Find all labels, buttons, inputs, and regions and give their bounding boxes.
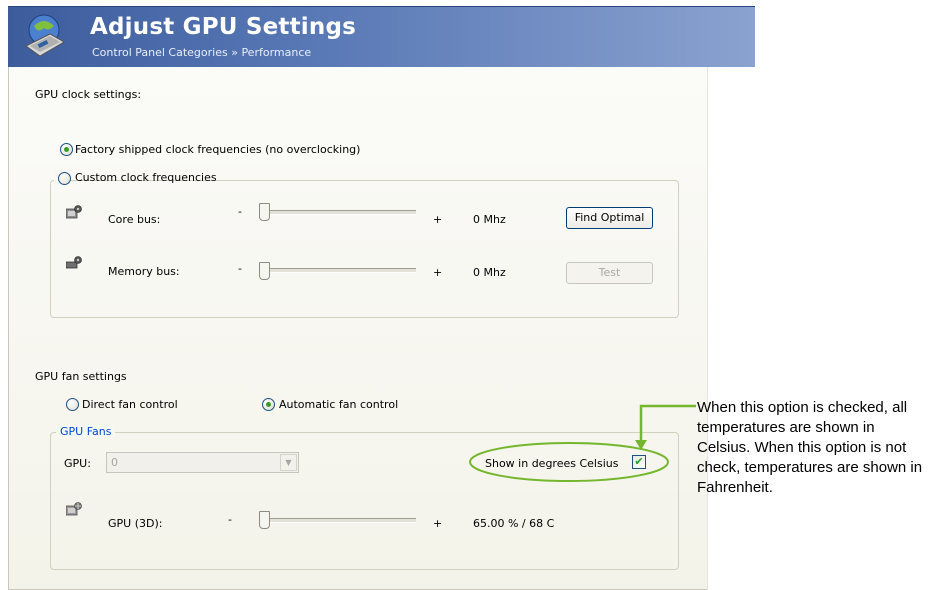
core-bus-minus: - [238,205,242,218]
core-bus-slider-thumb[interactable] [259,203,270,221]
test-button[interactable]: Test [566,262,653,284]
gpu-select[interactable]: 0 ▼ [106,452,299,473]
core-bus-plus: + [433,213,443,226]
gpu3d-value: 65.00 % / 68 C [473,517,555,530]
memory-bus-minus: - [238,262,242,275]
memory-bus-value: 0 Mhz [473,266,506,279]
factory-clock-label[interactable]: Factory shipped clock frequencies (no ov… [75,143,360,156]
annotation-text: When this option is checked, all tempera… [697,399,923,496]
core-bus-slider-track[interactable] [259,210,416,215]
factory-clock-radio[interactable] [60,143,73,156]
memory-bus-slider-thumb[interactable] [259,262,270,280]
find-optimal-button[interactable]: Find Optimal [566,207,653,229]
gpu-fans-group-title: GPU Fans [56,425,116,438]
gpu3d-slider-track[interactable] [259,518,416,523]
memory-bus-slider-track[interactable] [259,268,416,273]
gpu-label: GPU: [64,457,91,470]
direct-fan-radio[interactable] [66,398,79,411]
chevron-down-icon[interactable]: ▼ [280,454,297,471]
page-title: Adjust GPU Settings [90,14,356,40]
callout-line [639,404,696,444]
panel-divider [707,67,708,590]
gpu3d-minus: - [228,513,232,526]
core-bus-icon [66,205,82,219]
memory-bus-plus: + [433,266,443,279]
gpu3d-label: GPU (3D): [108,517,163,530]
clock-section-label: GPU clock settings: [35,88,142,101]
core-bus-value: 0 Mhz [473,213,506,226]
custom-clock-legend [54,170,71,186]
core-bus-label: Core bus: [108,213,161,226]
automatic-fan-label[interactable]: Automatic fan control [279,398,398,411]
memory-bus-label: Memory bus: [108,265,180,278]
direct-fan-label[interactable]: Direct fan control [82,398,178,411]
memory-bus-icon [66,256,82,269]
automatic-fan-radio[interactable] [262,398,275,411]
fan-section-label: GPU fan settings [35,370,127,383]
control-panel-icon [25,14,65,57]
annotation-callout [469,404,696,482]
gpu3d-slider-thumb[interactable] [259,511,270,529]
gpu-select-value: 0 [111,456,118,469]
custom-clock-group [50,180,679,318]
breadcrumb[interactable]: Control Panel Categories » Performance [92,46,311,59]
custom-clock-radio[interactable] [58,172,71,185]
fan-icon [66,502,82,516]
custom-clock-label[interactable]: Custom clock frequencies [75,171,217,184]
gpu3d-plus: + [433,517,443,530]
highlight-ellipse [469,442,669,482]
